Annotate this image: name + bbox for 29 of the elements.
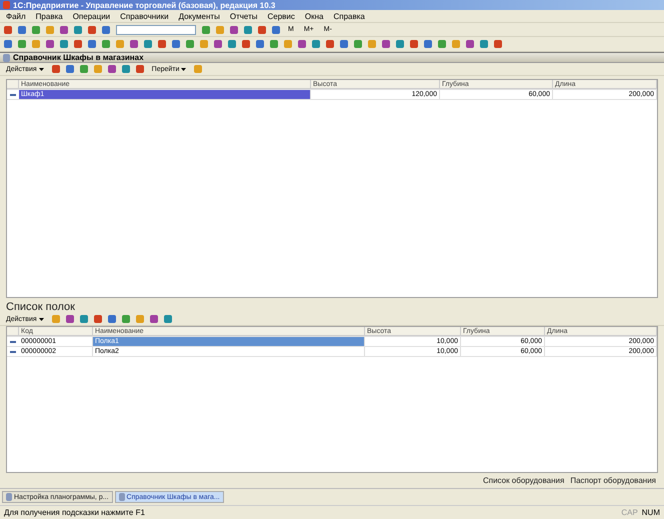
status-indicator: CAP bbox=[621, 508, 638, 517]
menu-item[interactable]: Окна bbox=[302, 12, 326, 20]
search-field[interactable] bbox=[116, 24, 196, 34]
window-title: 1С:Предприятие - Управление торговлей (базовая), редакция 10.3 bbox=[13, 0, 276, 10]
menu-item[interactable]: Операции bbox=[70, 12, 112, 20]
caret-icon bbox=[181, 68, 186, 70]
menu-item[interactable]: Правка bbox=[34, 12, 65, 20]
link[interactable]: Паспорт оборудования bbox=[570, 476, 656, 485]
status-indicator: NUM bbox=[642, 508, 660, 517]
form-title: Справочник Шкафы в магазинах bbox=[13, 53, 144, 62]
menu-item[interactable]: Отчеты bbox=[228, 12, 260, 20]
menu-item[interactable]: Файл bbox=[4, 12, 28, 20]
window-icon bbox=[118, 493, 125, 501]
status-hint: Для получения подсказки нажмите F1 bbox=[4, 508, 145, 517]
menu-item[interactable]: Сервис bbox=[266, 12, 297, 20]
caret-icon bbox=[38, 318, 44, 320]
app-logo-icon bbox=[3, 1, 10, 9]
menu-item[interactable]: Справка bbox=[332, 12, 367, 20]
menu-item[interactable]: Документы bbox=[176, 12, 222, 20]
section-title: Список полок bbox=[5, 300, 76, 313]
window-icon bbox=[6, 493, 12, 501]
row-marker-icon bbox=[10, 340, 16, 342]
caret-icon bbox=[38, 68, 44, 70]
header-corner bbox=[7, 80, 19, 89]
menu-item[interactable]: Справочники bbox=[118, 12, 171, 20]
row-marker-icon bbox=[10, 94, 16, 96]
row-marker-icon bbox=[10, 350, 16, 352]
link[interactable]: Список оборудования bbox=[482, 476, 564, 485]
form-icon bbox=[3, 54, 10, 62]
